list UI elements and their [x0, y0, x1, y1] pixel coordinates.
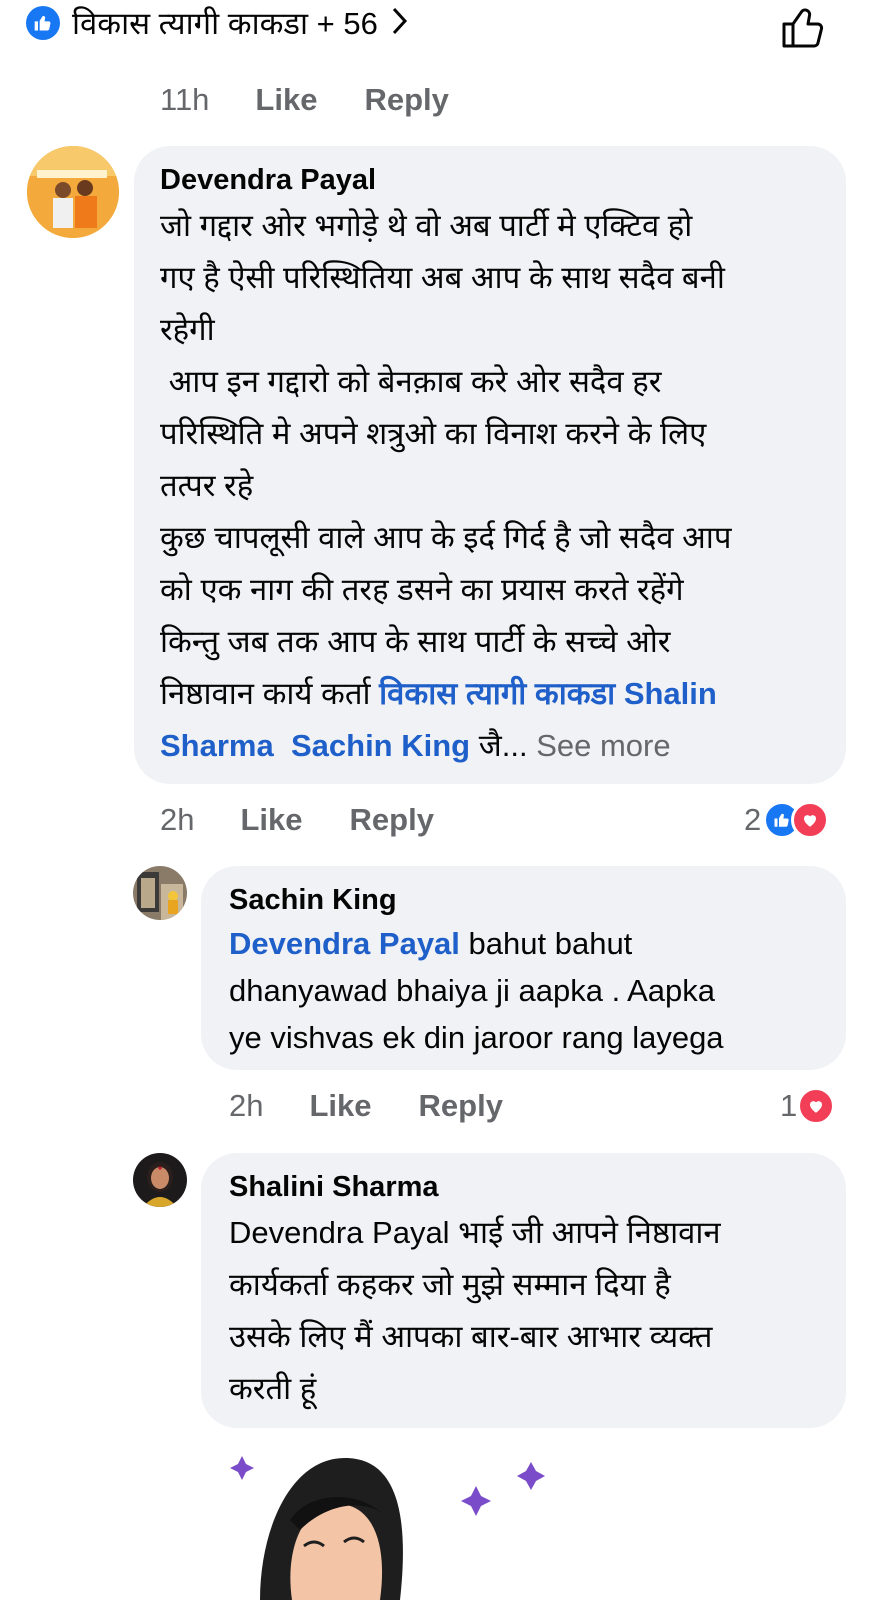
comment-line: dhanyawad bhaiya ji aapka . Aapka — [229, 973, 716, 1008]
like-reaction-icon — [26, 6, 60, 40]
comment-line: कुछ चापलूसी वाले आप के इर्द गिर्द है जो … — [160, 520, 732, 555]
comment-author[interactable]: Shalini Sharma — [229, 1167, 818, 1207]
comment-text: Devendra Payal bahut bahut dhanyawad bha… — [229, 920, 818, 1061]
comment-text-segment: निष्ठावान कार्य कर्ता — [160, 676, 380, 711]
comment-line: कार्यकर्ता कहकर जो मुझे सम्मान दिया है — [229, 1267, 671, 1302]
reaction-count-number: 1 — [780, 1088, 798, 1123]
comment-line: गए है ऐसी परिस्थितिया अब आप के साथ सदैव … — [160, 260, 725, 295]
comment-author[interactable]: Sachin King — [229, 880, 818, 920]
reaction-count[interactable]: 1 — [780, 1084, 836, 1128]
sticker-image[interactable] — [220, 1450, 560, 1600]
comment-line: को एक नाग की तरह डसने का प्रयास करते रहे… — [160, 572, 684, 607]
comment-time: 2h — [160, 802, 195, 837]
comment-text-segment: जै... — [470, 728, 528, 763]
comment-time: 2h — [229, 1088, 264, 1123]
reactors-text: विकास त्यागी काकडा + 56 — [72, 6, 378, 41]
reactions-summary[interactable]: विकास त्यागी काकडा + 56 — [26, 2, 410, 44]
comment-line: जो गद्दार ओर भगोड़े थे वो अब पार्टी मे ए… — [160, 208, 693, 243]
comment-line: तत्पर रहे — [160, 468, 254, 503]
comment-line: रहेगी — [160, 312, 215, 347]
reply-bubble[interactable]: Sachin King Devendra Payal bahut bahut d… — [201, 866, 846, 1070]
comment-line: ye vishvas ek din jaroor rang layega — [229, 1020, 724, 1055]
like-button[interactable]: Like — [255, 82, 317, 118]
mention-link[interactable]: Sachin King — [291, 728, 470, 763]
mention-link[interactable]: Sharma — [160, 728, 274, 763]
love-reaction-icon — [797, 1087, 836, 1125]
comment-line: उसके लिए मैं आपका बार-बार आभार व्यक्त — [229, 1319, 713, 1354]
reply-button[interactable]: Reply — [350, 802, 434, 838]
comment-time: 11h — [160, 82, 210, 117]
comment-line: आप इन गद्दारो को बेनक़ाब करे ओर सदैव हर — [160, 364, 662, 399]
comment-text: जो गद्दार ओर भगोड़े थे वो अब पार्टी मे ए… — [160, 200, 820, 772]
reaction-count[interactable]: 2 — [744, 798, 830, 842]
comment-line: निष्ठावान कार्य कर्ता विकास त्यागी काकडा… — [160, 668, 820, 720]
comment-line: Devendra Payal bahut bahut — [229, 920, 818, 967]
parent-comment-actions: 11h Like Reply — [160, 78, 449, 122]
see-more-link[interactable]: See more — [536, 728, 670, 763]
comment-text-segment: bahut bahut — [459, 926, 633, 961]
reply-button[interactable]: Reply — [419, 1088, 503, 1124]
like-thumb-icon[interactable] — [780, 4, 828, 55]
mention-link[interactable]: Shalin — [624, 676, 717, 711]
comment-author[interactable]: Devendra Payal — [160, 160, 820, 200]
comment-actions: 2h Like Reply — [160, 798, 434, 842]
comment-line: Devendra Payal भाई जी आपने निष्ठावान — [229, 1215, 721, 1250]
mention-link[interactable]: Devendra Payal — [229, 926, 460, 961]
love-reaction-icon — [791, 801, 830, 839]
like-button[interactable]: Like — [309, 1088, 371, 1124]
comment-text: Devendra Payal भाई जी आपने निष्ठावान कार… — [229, 1207, 818, 1415]
reply-bubble[interactable]: Shalini Sharma Devendra Payal भाई जी आपन… — [201, 1153, 846, 1428]
reply-actions: 2h Like Reply — [229, 1084, 503, 1128]
comment-line: परिस्थिति मे अपने शत्रुओ का विनाश करने क… — [160, 416, 707, 451]
avatar[interactable] — [133, 866, 187, 920]
comment-line: Sharma Sachin King जै... See more — [160, 720, 820, 772]
avatar[interactable] — [27, 146, 119, 238]
like-button[interactable]: Like — [240, 802, 302, 838]
comment-bubble[interactable]: Devendra Payal जो गद्दार ओर भगोड़े थे वो… — [134, 146, 846, 784]
reply-button[interactable]: Reply — [364, 82, 448, 118]
comment-line: करती हूं — [229, 1371, 317, 1406]
avatar[interactable] — [133, 1153, 187, 1207]
chevron-right-icon — [390, 6, 410, 41]
comment-line: किन्तु जब तक आप के साथ पार्टी के सच्चे ओ… — [160, 624, 671, 659]
mention-link[interactable]: विकास त्यागी काकडा — [379, 676, 615, 711]
reaction-count-number: 2 — [744, 802, 762, 837]
